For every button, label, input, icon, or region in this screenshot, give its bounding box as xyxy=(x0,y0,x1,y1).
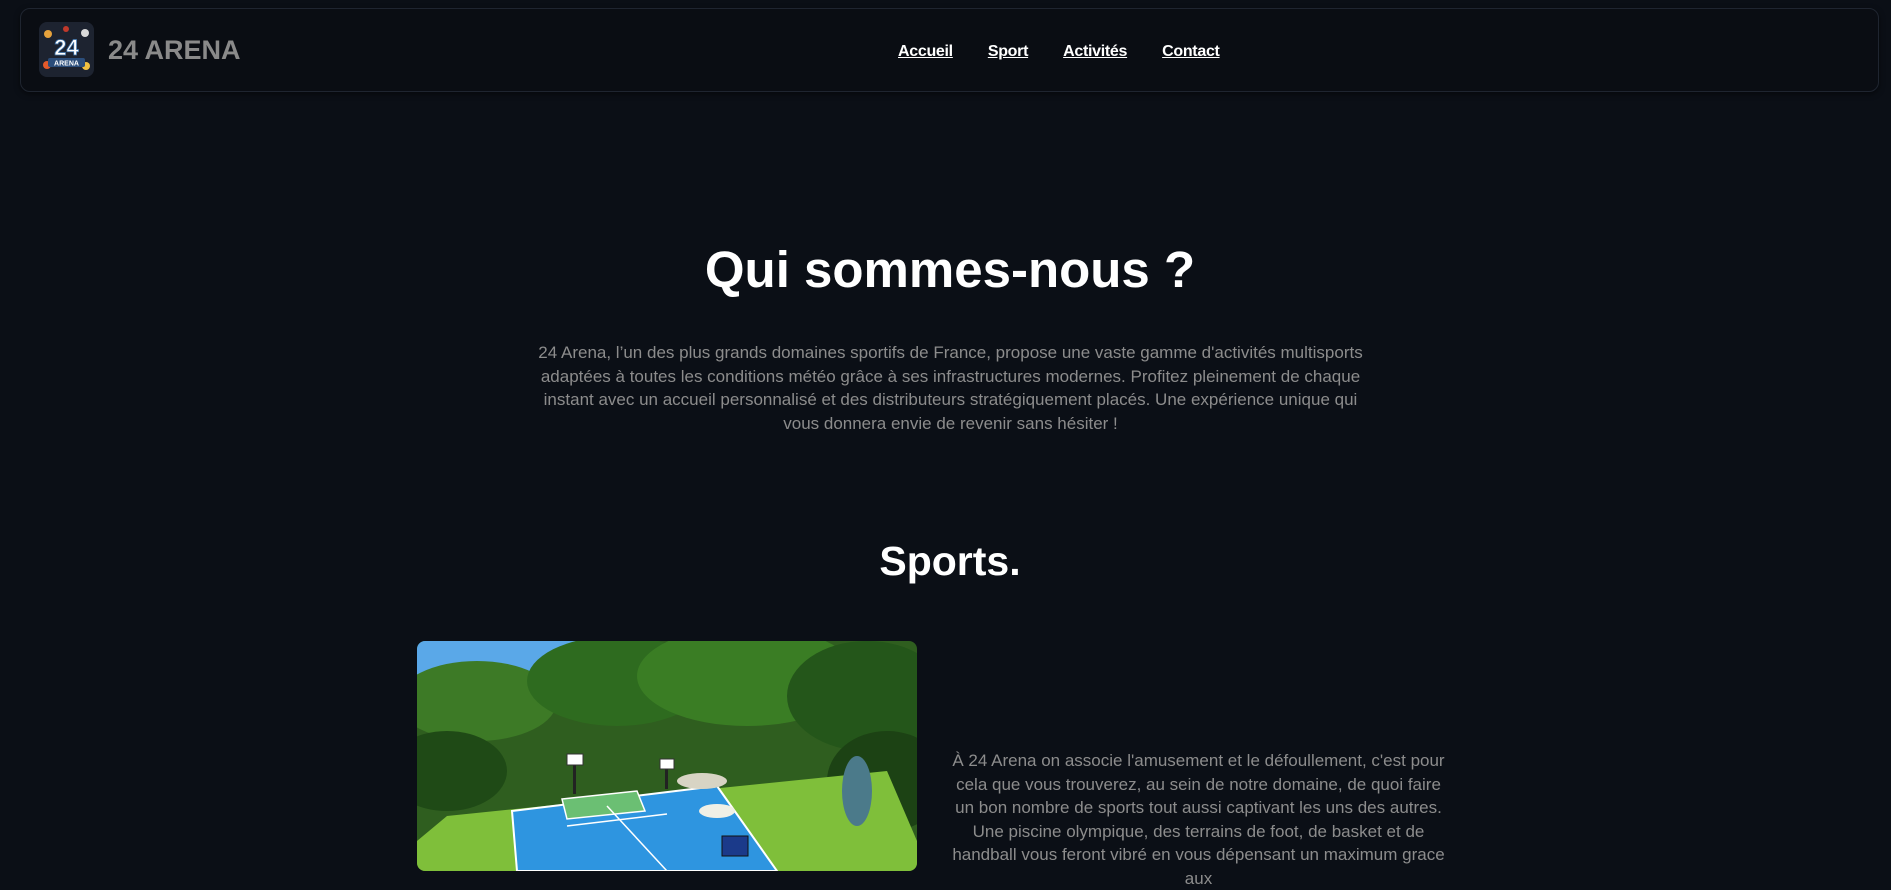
about-text: 24 Arena, l’un des plus grands domaines … xyxy=(538,343,1363,433)
nav-link-sport[interactable]: Sport xyxy=(988,43,1029,61)
brand-name: 24 ARENA xyxy=(108,35,241,65)
nav-link-contact[interactable]: Contact xyxy=(1162,43,1220,61)
sports-text: À 24 Arena on associe l'amusement et le … xyxy=(952,751,1445,888)
sports-court-photo xyxy=(417,641,917,871)
logo-subtext: ARENA xyxy=(54,61,79,68)
navbar: 24 ARENA 24 ARENA Accueil Sport Activité… xyxy=(20,8,1879,92)
logo-number: 24 xyxy=(54,35,79,60)
sports-title: Sports. xyxy=(879,538,1021,584)
logo[interactable]: 24 ARENA xyxy=(39,22,94,77)
main-nav: Accueil Sport Activités Contact xyxy=(898,43,1220,61)
nav-link-activites[interactable]: Activités xyxy=(1063,43,1127,61)
logo-icon: 24 ARENA xyxy=(39,22,94,77)
about-title: Qui sommes-nous ? xyxy=(704,241,1196,298)
sports-image xyxy=(417,641,917,871)
nav-link-accueil[interactable]: Accueil xyxy=(898,43,953,61)
